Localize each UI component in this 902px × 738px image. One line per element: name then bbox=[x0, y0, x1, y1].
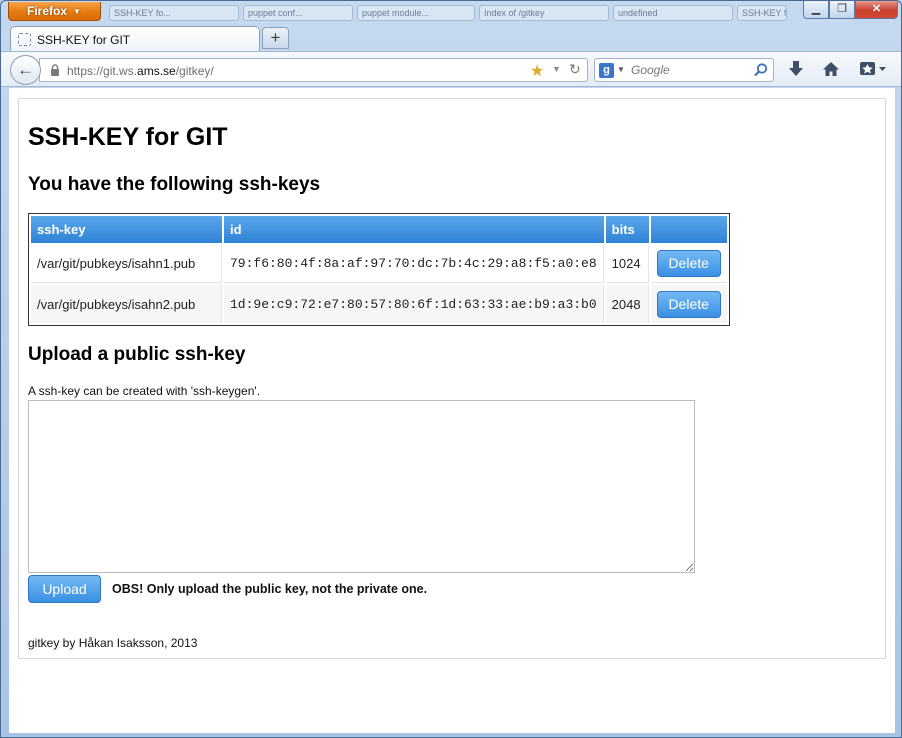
tab-ssh-key-for-git[interactable]: SSH-KEY for GIT bbox=[10, 26, 260, 52]
new-tab-button[interactable]: + bbox=[262, 27, 289, 49]
key-path-cell: /var/git/pubkeys/isahn1.pub bbox=[31, 245, 222, 283]
obs-note: OBS! Only upload the public key, not the… bbox=[112, 582, 428, 596]
ssh-keys-table: ssh-key id bits /var/git/pubkeys/isahn1.… bbox=[28, 213, 730, 326]
background-tab[interactable]: puppet module... bbox=[357, 5, 475, 21]
plus-icon: + bbox=[270, 28, 281, 47]
url-path: /gitkey/ bbox=[175, 64, 214, 78]
back-button[interactable]: ← bbox=[10, 55, 41, 85]
url-text: https://git.ws.ams.se/gitkey/ bbox=[67, 64, 214, 78]
column-header-action bbox=[650, 216, 727, 243]
table-row: /var/git/pubkeys/isahn1.pub 79:f6:80:4f:… bbox=[31, 245, 727, 283]
action-cell: Delete bbox=[650, 285, 727, 323]
public-key-textarea[interactable] bbox=[28, 400, 695, 573]
bookmarks-icon[interactable] bbox=[857, 60, 889, 80]
star-icon[interactable]: ★ bbox=[530, 61, 544, 81]
column-header-id: id bbox=[224, 216, 604, 243]
search-input[interactable] bbox=[629, 62, 749, 78]
window-controls: ▁ ❐ ✕ bbox=[803, 1, 898, 20]
background-tab[interactable]: SSH-KEY fo... bbox=[109, 5, 239, 21]
restore-button[interactable]: ❐ bbox=[829, 1, 855, 19]
key-id-cell: 79:f6:80:4f:8a:af:97:70:dc:7b:4c:29:a8:f… bbox=[224, 245, 604, 283]
action-cell: Delete bbox=[650, 245, 727, 283]
page-title: SSH-KEY for GIT bbox=[28, 123, 228, 151]
home-icon[interactable] bbox=[820, 60, 842, 80]
upload-button[interactable]: Upload bbox=[28, 575, 101, 603]
browser-window: Firefox ▼ SSH-KEY fo... puppet conf... pu… bbox=[0, 0, 902, 738]
firefox-menu-button[interactable]: Firefox ▼ bbox=[8, 2, 101, 21]
title-bar: Firefox ▼ SSH-KEY fo... puppet conf... pu… bbox=[1, 1, 901, 23]
tab-strip: SSH-KEY for GIT + bbox=[1, 23, 901, 52]
page-content: SSH-KEY for GIT You have the following s… bbox=[18, 98, 886, 659]
key-path-cell: /var/git/pubkeys/isahn2.pub bbox=[31, 285, 222, 323]
minimize-button[interactable]: ▁ bbox=[803, 1, 829, 19]
background-tab[interactable]: Index of /gitkey bbox=[479, 5, 609, 21]
column-header-ssh-key: ssh-key bbox=[31, 216, 222, 243]
url-bar[interactable]: https://git.ws.ams.se/gitkey/ ★ ▼ ↻ bbox=[39, 58, 588, 82]
upload-heading: Upload a public ssh-key bbox=[28, 344, 246, 365]
background-tab[interactable]: SSH-KEY for... bbox=[737, 5, 787, 21]
url-domain: ams.se bbox=[137, 64, 176, 78]
reload-icon[interactable]: ↻ bbox=[569, 61, 581, 78]
delete-button[interactable]: Delete bbox=[656, 290, 721, 318]
page-viewport: SSH-KEY for GIT You have the following s… bbox=[9, 88, 895, 733]
tab-title: SSH-KEY for GIT bbox=[37, 33, 131, 47]
history-dropdown-icon[interactable]: ▼ bbox=[552, 64, 561, 74]
table-row: /var/git/pubkeys/isahn2.pub 1d:9e:c9:72:… bbox=[31, 285, 727, 323]
keys-heading: You have the following ssh-keys bbox=[28, 174, 321, 195]
background-tab[interactable]: undefined bbox=[613, 5, 733, 21]
column-header-bits: bits bbox=[605, 216, 649, 243]
close-button[interactable]: ✕ bbox=[855, 1, 898, 19]
ssh-keygen-hint: A ssh-key can be created with 'ssh-keyge… bbox=[28, 384, 261, 398]
footer-text: gitkey by Håkan Isaksson, 2013 bbox=[28, 636, 198, 650]
lock-icon bbox=[51, 64, 59, 76]
key-bits-cell: 1024 bbox=[605, 245, 649, 283]
url-prefix: https://git.ws. bbox=[67, 64, 138, 78]
table-header-row: ssh-key id bits bbox=[31, 216, 727, 243]
download-icon[interactable] bbox=[785, 60, 807, 80]
back-icon: ← bbox=[17, 60, 34, 79]
delete-button[interactable]: Delete bbox=[656, 250, 721, 277]
chevron-down-icon[interactable]: ▼ bbox=[617, 65, 625, 74]
background-tab[interactable]: puppet conf... bbox=[243, 5, 353, 21]
navigation-bar: https://git.ws.ams.se/gitkey/ ★ ▼ ↻ ← g … bbox=[1, 51, 901, 87]
search-bar: g ▼ bbox=[594, 58, 774, 82]
page-icon bbox=[18, 33, 31, 46]
key-id-cell: 1d:9e:c9:72:e7:80:57:80:6f:1d:63:33:ae:b… bbox=[224, 285, 604, 323]
firefox-menu-label: Firefox bbox=[27, 4, 68, 18]
search-icon[interactable] bbox=[753, 62, 769, 78]
key-bits-cell: 2048 bbox=[605, 285, 649, 323]
chevron-down-icon: ▼ bbox=[73, 7, 81, 17]
google-icon[interactable]: g bbox=[599, 63, 614, 78]
